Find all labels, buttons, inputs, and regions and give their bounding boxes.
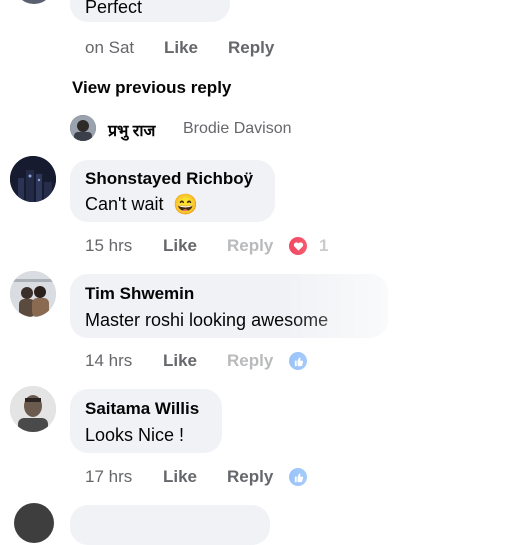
heart-icon: [293, 241, 303, 251]
grinning-emoji-icon: 😄: [173, 194, 198, 216]
fade-overlay: [282, 0, 512, 512]
reaction-count[interactable]: 1: [319, 236, 328, 256]
heart-reaction-icon[interactable]: [289, 237, 307, 255]
night-city-photo-icon: [10, 156, 56, 202]
person-photo-icon: [70, 115, 96, 141]
reply-mention-text: Brodie Davison: [183, 120, 292, 137]
comment-time[interactable]: 17 hrs: [85, 467, 132, 487]
like-button[interactable]: Like: [163, 467, 197, 487]
reply-author-name[interactable]: प्रभु राज: [108, 119, 155, 141]
like-reaction-icon[interactable]: [289, 468, 307, 486]
reply-button[interactable]: Reply: [227, 467, 273, 487]
comment-time[interactable]: 14 hrs: [85, 351, 132, 371]
comment-author-name[interactable]: Shonstayed Richboÿ: [85, 169, 253, 189]
comment-author-name[interactable]: Saitama Willis: [85, 399, 199, 419]
like-button[interactable]: Like: [163, 236, 197, 256]
comment-bubble: [70, 505, 270, 545]
comment-text: Perfect: [85, 0, 143, 17]
thumbs-up-icon: [294, 472, 303, 482]
view-previous-reply-link[interactable]: View previous reply: [72, 78, 231, 98]
comment-text: Can't wait: [85, 194, 164, 214]
comment-text: Looks Nice !: [85, 425, 185, 445]
avatar[interactable]: [10, 156, 56, 202]
reply-button[interactable]: Reply: [227, 351, 273, 371]
thumbs-up-icon: [294, 356, 303, 366]
reply-button[interactable]: Reply: [228, 38, 274, 58]
avatar[interactable]: [10, 386, 56, 432]
comment-time[interactable]: on Sat: [85, 38, 134, 58]
avatar[interactable]: [10, 271, 56, 317]
couple-photo-icon: [10, 271, 56, 317]
like-button[interactable]: Like: [164, 38, 198, 58]
comment-author-name[interactable]: Tim Shwemin: [85, 284, 194, 304]
like-button[interactable]: Like: [163, 351, 197, 371]
avatar[interactable]: [14, 503, 54, 543]
avatar[interactable]: [14, 0, 54, 4]
like-reaction-icon[interactable]: [289, 352, 307, 370]
comment-text: Master roshi looking awesome: [85, 310, 329, 330]
reply-button[interactable]: Reply: [227, 236, 273, 256]
comment-time[interactable]: 15 hrs: [85, 236, 132, 256]
person-photo-icon: [10, 386, 56, 432]
avatar[interactable]: [70, 115, 96, 141]
